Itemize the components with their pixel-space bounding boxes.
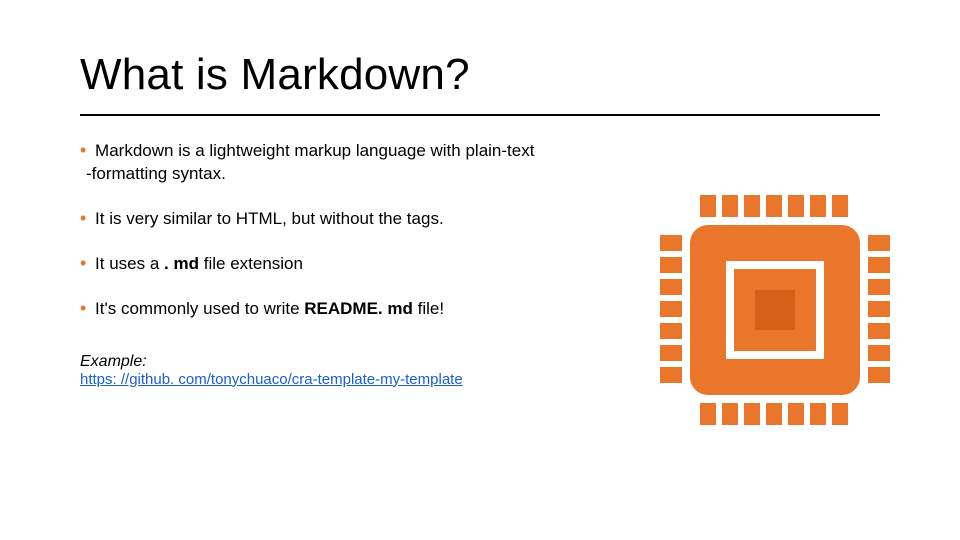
bullet-4-pre: It's commonly used to write [95, 299, 304, 318]
slide: What is Markdown? • Markdown is a lightw… [0, 0, 960, 540]
bullet-4-post: file! [418, 299, 444, 318]
cpu-chip-icon [660, 195, 890, 425]
bullet-3-post: file extension [204, 254, 303, 273]
slide-title: What is Markdown? [80, 50, 880, 100]
bullet-4-bold: README. md [304, 299, 413, 318]
bullet-4: • It's commonly used to write README. md… [80, 296, 640, 321]
bullet-3-pre: It uses a [95, 254, 159, 273]
bullet-2-text: It is very similar to HTML, but without … [95, 209, 444, 228]
example-label: Example: [80, 353, 640, 371]
bullet-1: • Markdown is a lightweight markup langu… [80, 138, 640, 186]
bullet-dot-icon: • [80, 298, 86, 318]
bullet-1-line2: -formatting syntax. [86, 163, 640, 186]
bullet-dot-icon: • [80, 253, 86, 273]
bullet-dot-icon: • [80, 140, 86, 160]
bullet-dot-icon: • [80, 208, 86, 228]
title-underline [80, 114, 880, 116]
bullet-3: • It uses a . md file extension [80, 251, 640, 276]
bullet-1-line1: Markdown is a lightweight markup languag… [95, 141, 534, 160]
bullet-3-bold: . md [164, 254, 199, 273]
example-link[interactable]: https: //github. com/tonychuaco/cra-temp… [80, 371, 463, 388]
text-column: • Markdown is a lightweight markup langu… [80, 138, 640, 389]
bullet-2: • It is very similar to HTML, but withou… [80, 206, 640, 231]
